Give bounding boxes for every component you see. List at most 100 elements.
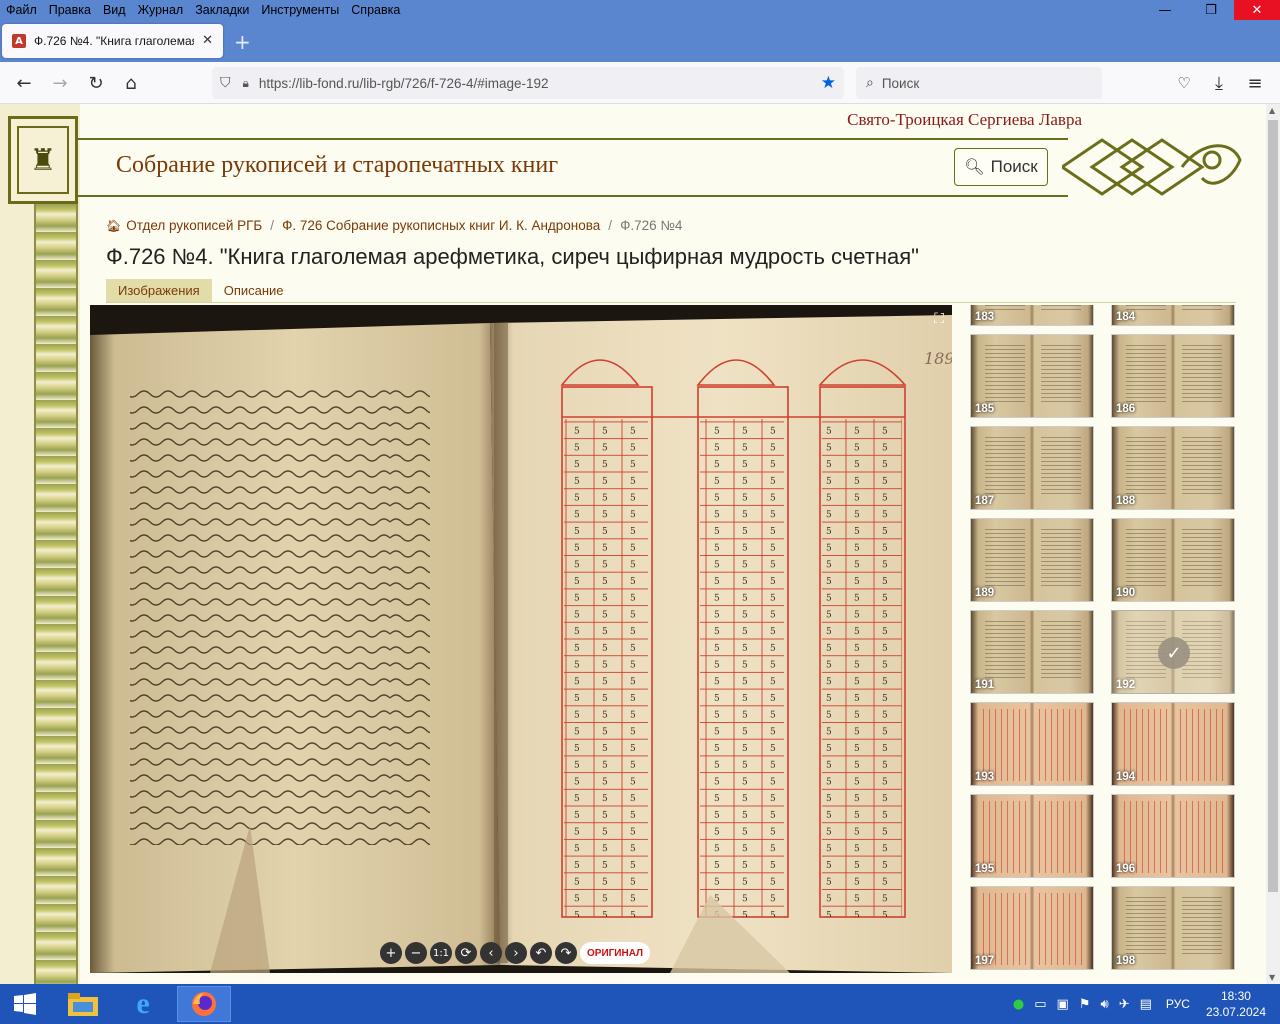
- prev-image-button[interactable]: ‹: [480, 942, 502, 964]
- thumbnail-195[interactable]: 195: [970, 794, 1094, 878]
- file-explorer-icon[interactable]: [56, 986, 110, 1022]
- content-tabs: Изображения Описание: [106, 279, 296, 302]
- thumbnail-panel[interactable]: 183 184 185 186 187 188 189 190 191 ✓ 192 193 194 195…: [966, 305, 1240, 973]
- search-button-label: Поиск: [990, 157, 1038, 176]
- close-tab-icon[interactable]: ✕: [202, 33, 213, 48]
- url-text[interactable]: https://lib-fond.ru/lib-rgb/726/f-726-4/…: [259, 76, 549, 91]
- restore-button[interactable]: ❐: [1188, 0, 1234, 20]
- language-indicator[interactable]: РУС: [1166, 997, 1190, 1011]
- thumbnail-197[interactable]: 197: [970, 886, 1094, 970]
- manuscript-image[interactable]: 5: [90, 305, 952, 973]
- tray-flag-icon[interactable]: ⚑: [1079, 997, 1091, 1012]
- menu-view[interactable]: Вид: [97, 0, 132, 20]
- firefox-icon[interactable]: [177, 986, 231, 1022]
- reset-button[interactable]: ⟳: [455, 942, 477, 964]
- clock[interactable]: 18:30 23.07.2024: [1206, 988, 1266, 1020]
- thumbnail-185[interactable]: 185: [970, 334, 1094, 418]
- internet-explorer-icon[interactable]: e: [116, 986, 170, 1022]
- reload-button[interactable]: ↻: [84, 71, 108, 95]
- menu-history[interactable]: Журнал: [132, 0, 190, 20]
- actual-size-button[interactable]: 1:1: [430, 942, 452, 964]
- thumbnail-193[interactable]: 193: [970, 702, 1094, 786]
- clock-date: 23.07.2024: [1205, 1005, 1266, 1019]
- scrollbar-thumb[interactable]: [1268, 120, 1278, 892]
- lock-icon[interactable]: 🔒︎: [243, 76, 249, 91]
- tray-update-icon[interactable]: ▣: [1057, 997, 1069, 1012]
- menu-bar: Файл Правка Вид Журнал Закладки Инструме…: [0, 0, 1280, 20]
- navigation-bar: ← → ↻ ⌂ ⛉ 🔒︎ https://lib-fond.ru/lib-rgb…: [0, 62, 1280, 104]
- scroll-up-icon[interactable]: ▲: [1269, 106, 1275, 115]
- tab-title: Ф.726 №4. "Книга глаголемая арефметика, …: [34, 34, 194, 48]
- tray-device-icon[interactable]: ▭: [1034, 997, 1046, 1012]
- tab-strip: A Ф.726 №4. "Книга глаголемая арефметика…: [0, 20, 1280, 62]
- volume-icon[interactable]: 🔊︎: [1101, 997, 1109, 1012]
- scroll-down-icon[interactable]: ▼: [1269, 973, 1275, 982]
- tab-images[interactable]: Изображения: [106, 279, 212, 302]
- menu-edit[interactable]: Правка: [43, 0, 97, 20]
- network-icon[interactable]: ✈: [1119, 997, 1130, 1012]
- header-bottom-line: [78, 195, 1068, 197]
- thumbnail-186[interactable]: 186: [1111, 334, 1235, 418]
- image-viewer[interactable]: 5 ⛶ 189 +: [90, 305, 952, 973]
- pocket-icon[interactable]: ♡: [1172, 71, 1196, 95]
- thumbnail-184[interactable]: 184: [1111, 305, 1235, 326]
- thumbnail-196[interactable]: 196: [1111, 794, 1235, 878]
- site-logo[interactable]: ♜: [8, 116, 78, 204]
- selected-check-icon: ✓: [1158, 637, 1190, 669]
- page-scrollbar[interactable]: ▲ ▼: [1266, 104, 1280, 984]
- address-bar[interactable]: ⛉ 🔒︎ https://lib-fond.ru/lib-rgb/726/f-7…: [212, 67, 844, 99]
- tray-app-icon[interactable]: ●: [1013, 997, 1024, 1012]
- new-tab-button[interactable]: +: [234, 30, 251, 54]
- menu-file[interactable]: Файл: [0, 0, 43, 20]
- handwritten-page-number: 189: [924, 349, 952, 368]
- window-controls: — ❐ ✕: [1142, 0, 1280, 20]
- start-button[interactable]: [0, 984, 50, 1024]
- thumbnail-190[interactable]: 190: [1111, 518, 1235, 602]
- thumbnail-189[interactable]: 189: [970, 518, 1094, 602]
- rotate-left-button[interactable]: ↶: [530, 942, 552, 964]
- tabs-divider: [106, 302, 1236, 303]
- thumbnail-194[interactable]: 194: [1111, 702, 1235, 786]
- rotate-right-button[interactable]: ↷: [555, 942, 577, 964]
- menu-help[interactable]: Справка: [345, 0, 406, 20]
- menu-tools[interactable]: Инструменты: [255, 0, 345, 20]
- tracking-shield-icon[interactable]: ⛉: [220, 75, 231, 91]
- menu-hamburger-icon[interactable]: ≡: [1243, 71, 1267, 95]
- action-center-icon[interactable]: ▤: [1140, 997, 1152, 1012]
- zoom-in-button[interactable]: +: [380, 942, 402, 964]
- knot-ornament-icon: [1062, 138, 1242, 196]
- thumbnail-198[interactable]: 198: [1111, 886, 1235, 970]
- back-button[interactable]: ←: [12, 71, 36, 95]
- minimize-button[interactable]: —: [1142, 0, 1188, 20]
- bookmark-star-icon[interactable]: ★: [821, 73, 836, 93]
- zoom-out-button[interactable]: −: [405, 942, 427, 964]
- lavra-link[interactable]: Свято-Троицкая Сергиева Лавра: [847, 110, 1082, 130]
- breadcrumb-separator: /: [270, 218, 275, 233]
- original-button[interactable]: ОРИГИНАЛ: [580, 942, 651, 964]
- thumbnail-label: 196: [1116, 863, 1136, 875]
- browser-tab[interactable]: A Ф.726 №4. "Книга глаголемая арефметика…: [2, 24, 223, 58]
- thumbnail-192[interactable]: ✓ 192: [1111, 610, 1235, 694]
- tab-description[interactable]: Описание: [212, 279, 296, 302]
- thumbnail-183[interactable]: 183: [970, 305, 1094, 326]
- home-button[interactable]: ⌂: [119, 71, 143, 95]
- thumbnail-label: 191: [975, 679, 995, 691]
- clock-time: 18:30: [1220, 989, 1251, 1003]
- forward-button[interactable]: →: [48, 71, 72, 95]
- downloads-icon[interactable]: ⤓: [1207, 71, 1231, 95]
- breadcrumb-item-manuscripts[interactable]: Отдел рукописей РГБ: [126, 218, 262, 233]
- thumbnail-188[interactable]: 188: [1111, 426, 1235, 510]
- taskbar: e ● ▭ ▣ ⚑ 🔊︎ ✈ ▤ РУС 18:30 23.07.2024: [0, 984, 1280, 1024]
- thumbnail-label: 194: [1116, 771, 1136, 783]
- close-window-button[interactable]: ✕: [1234, 0, 1280, 20]
- fullscreen-icon[interactable]: ⛶: [934, 311, 944, 327]
- search-button[interactable]: 🔍︎ Поиск: [954, 148, 1048, 186]
- ornament-strip: [34, 204, 78, 984]
- menu-bookmarks[interactable]: Закладки: [189, 0, 255, 20]
- thumbnail-191[interactable]: 191: [970, 610, 1094, 694]
- site-title[interactable]: Собрание рукописей и старопечатных книг: [116, 152, 558, 179]
- search-field[interactable]: ⌕ Поиск: [856, 67, 1102, 99]
- thumbnail-187[interactable]: 187: [970, 426, 1094, 510]
- next-image-button[interactable]: ›: [505, 942, 527, 964]
- breadcrumb-item-fond[interactable]: Ф. 726 Собрание рукописных книг И. К. Ан…: [282, 218, 600, 233]
